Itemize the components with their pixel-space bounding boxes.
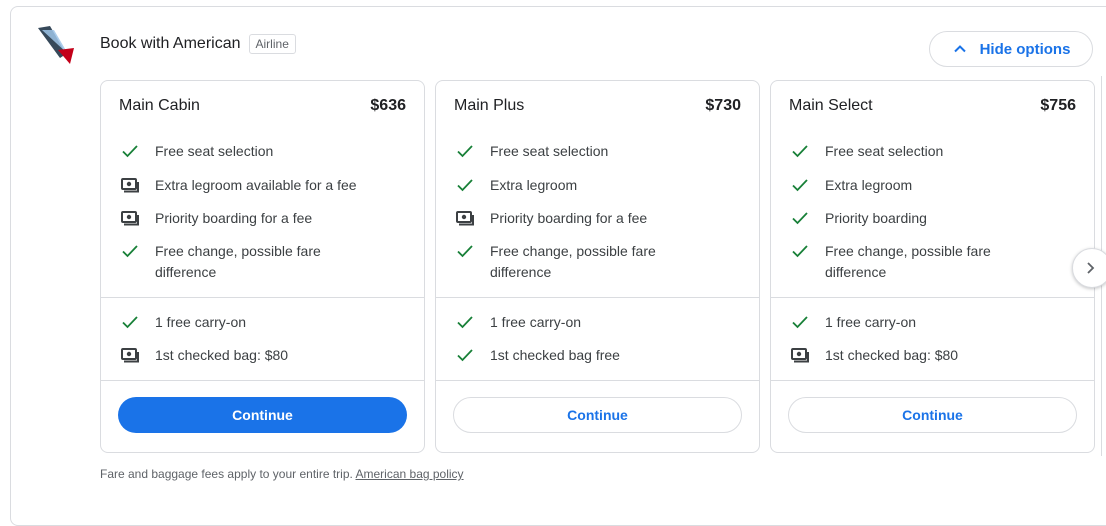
- money-icon: [119, 208, 141, 228]
- airline-badge: Airline: [248, 34, 296, 54]
- fare-feature-text: 1 free carry-on: [825, 314, 917, 330]
- fare-feature-text: Extra legroom available for a fee: [155, 177, 357, 193]
- divider: [436, 297, 759, 298]
- check-icon: [789, 312, 811, 332]
- hide-options-label: Hide options: [979, 40, 1071, 58]
- divider: [101, 380, 424, 381]
- money-icon: [119, 175, 141, 195]
- provider-header: Book with American Airline: [100, 34, 296, 54]
- check-icon: [119, 312, 141, 332]
- fare-name: Main Plus: [454, 97, 525, 114]
- continue-button[interactable]: Continue: [788, 397, 1077, 433]
- fare-feature: 1st checked bag free: [454, 345, 710, 366]
- divider: [771, 297, 1094, 298]
- fare-feature: Free change, possible fare difference: [454, 241, 710, 283]
- fare-feature: Free seat selection: [789, 141, 1045, 162]
- chevron-up-icon: [953, 45, 966, 53]
- fare-feature: Priority boarding: [789, 208, 1045, 229]
- divider: [436, 380, 759, 381]
- fare-feature: 1 free carry-on: [119, 312, 375, 333]
- fare-feature: Free change, possible fare difference: [789, 241, 1045, 283]
- fare-feature-text: 1st checked bag free: [490, 347, 620, 363]
- fare-feature: Free seat selection: [119, 141, 375, 162]
- fare-feature: 1 free carry-on: [454, 312, 710, 333]
- fare-feature: Free seat selection: [454, 141, 710, 162]
- fare-feature-text: 1st checked bag: $80: [825, 347, 959, 363]
- fare-feature: Extra legroom available for a fee: [119, 175, 375, 196]
- check-icon: [119, 141, 141, 161]
- fare-price: $636: [370, 97, 406, 114]
- check-icon: [454, 312, 476, 332]
- fare-feature: 1 free carry-on: [789, 312, 1045, 333]
- fare-card-header: Main Select $756: [789, 97, 1076, 115]
- fare-card: Main Select $756 Free seat selection Extra …: [770, 80, 1095, 453]
- fare-feature: 1st checked bag: $80: [789, 345, 1045, 366]
- fare-price: $730: [705, 97, 741, 114]
- american-airlines-logo: [36, 24, 76, 66]
- fare-feature-text: Free seat selection: [155, 143, 274, 159]
- fare-card: Main Cabin $636 Free seat selection Extra l…: [100, 80, 425, 453]
- check-icon: [789, 141, 811, 161]
- fare-feature-text: Extra legroom: [490, 177, 578, 193]
- fare-feature: Free change, possible fare difference: [119, 241, 375, 283]
- fare-card-header: Main Plus $730: [454, 97, 741, 115]
- footer-note: Fare and baggage fees apply to your enti…: [100, 467, 464, 481]
- bag-policy-link[interactable]: American bag policy: [356, 467, 464, 481]
- fare-feature-text: Free change, possible fare difference: [490, 243, 656, 280]
- fare-feature: Extra legroom: [789, 175, 1045, 196]
- fare-feature: Extra legroom: [454, 175, 710, 196]
- fare-name: Main Cabin: [119, 97, 200, 114]
- fare-feature: 1st checked bag: $80: [119, 345, 375, 366]
- provider-title: Book with American: [100, 35, 241, 52]
- fare-feature-text: Extra legroom: [825, 177, 913, 193]
- check-icon: [119, 241, 141, 261]
- footer-text: Fare and baggage fees apply to your enti…: [100, 467, 353, 481]
- check-icon: [454, 241, 476, 261]
- fare-card: Main Plus $730 Free seat selection Extra le…: [435, 80, 760, 453]
- money-icon: [789, 345, 811, 365]
- fare-feature: Priority boarding for a fee: [454, 208, 710, 229]
- next-button[interactable]: [1072, 248, 1106, 288]
- money-icon: [119, 345, 141, 365]
- continue-button[interactable]: Continue: [453, 397, 742, 433]
- check-icon: [454, 141, 476, 161]
- fare-feature-text: Free seat selection: [825, 143, 944, 159]
- check-icon: [454, 175, 476, 195]
- fare-feature-text: Priority boarding for a fee: [490, 210, 648, 226]
- fare-feature: Priority boarding for a fee: [119, 208, 375, 229]
- money-icon: [454, 208, 476, 228]
- continue-button[interactable]: Continue: [118, 397, 407, 433]
- fare-feature-text: Priority boarding: [825, 210, 927, 226]
- fare-feature-text: Free seat selection: [490, 143, 609, 159]
- fare-feature-text: Free change, possible fare difference: [825, 243, 991, 280]
- hide-options-button[interactable]: Hide options: [929, 31, 1093, 67]
- fare-card-header: Main Cabin $636: [119, 97, 406, 115]
- fare-feature-text: Priority boarding for a fee: [155, 210, 313, 226]
- check-icon: [789, 241, 811, 261]
- fare-feature-text: Free change, possible fare difference: [155, 243, 321, 280]
- fare-name: Main Select: [789, 97, 873, 114]
- divider: [771, 380, 1094, 381]
- check-icon: [789, 208, 811, 228]
- divider: [101, 297, 424, 298]
- chevron-right-icon: [1087, 262, 1095, 274]
- fare-feature-text: 1st checked bag: $80: [155, 347, 289, 363]
- fare-feature-text: 1 free carry-on: [155, 314, 247, 330]
- fare-price: $756: [1040, 97, 1076, 114]
- check-icon: [454, 345, 476, 365]
- check-icon: [789, 175, 811, 195]
- fare-feature-text: 1 free carry-on: [490, 314, 582, 330]
